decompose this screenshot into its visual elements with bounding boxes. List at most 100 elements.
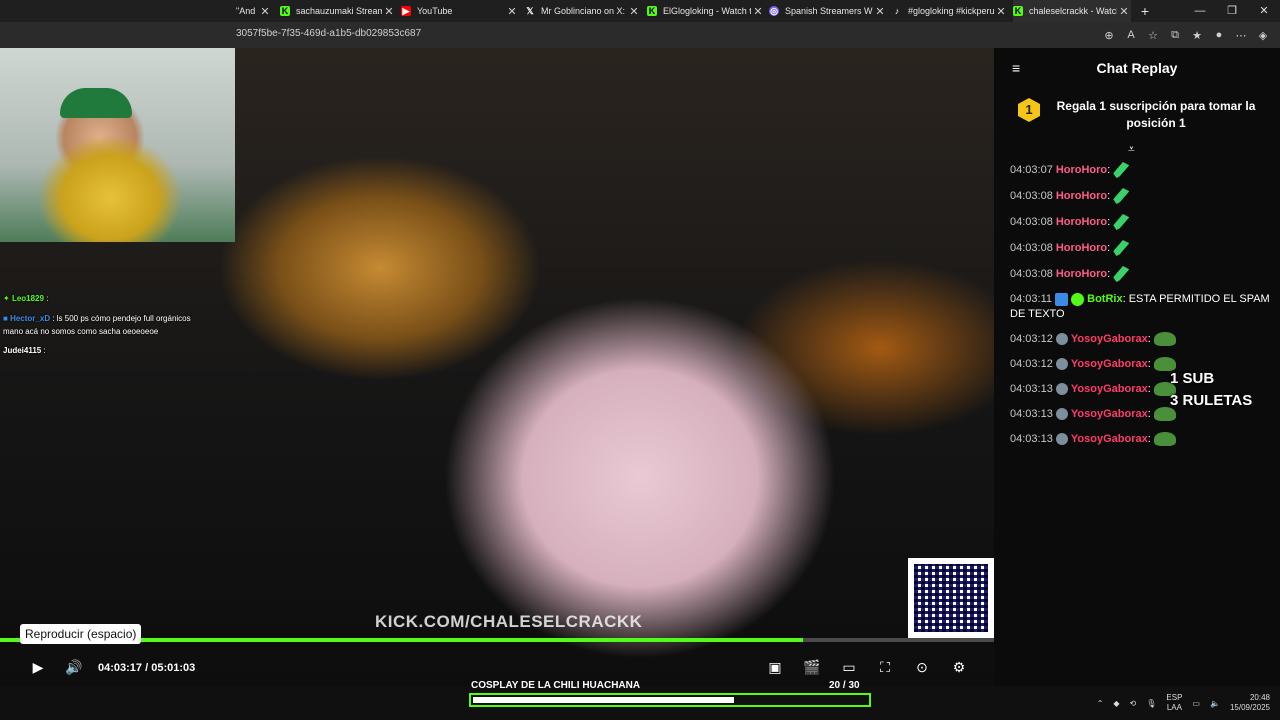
- chat-username[interactable]: HoroHoro: [1056, 164, 1107, 176]
- language-bottom: LAA: [1166, 703, 1182, 712]
- leaf-emote-icon: [1113, 240, 1130, 256]
- address-bar[interactable]: 3057f5be-7f35-469d-a1b5-db029853c687 ⊕ A…: [0, 22, 1280, 48]
- chevron-up-icon[interactable]: ⌃: [1097, 699, 1104, 708]
- sub-ruletas-overlay: 1 SUB 3 RULETAS: [1170, 368, 1252, 412]
- chat-username[interactable]: HoroHoro: [1056, 216, 1107, 228]
- overlay-chat-text: :: [43, 346, 46, 355]
- tab-mr-goblinciano[interactable]: 𝕏 Mr Goblinciano on X: " ✕: [525, 0, 641, 22]
- clock-time: 20:48: [1249, 693, 1270, 702]
- current-time: 04:03:17: [98, 662, 143, 674]
- extensions-icon[interactable]: ⧉: [1166, 25, 1184, 45]
- more-menu-icon[interactable]: ⋯: [1232, 25, 1250, 45]
- frog-emote-icon: [1153, 332, 1176, 347]
- tab-tiktok[interactable]: ♪ #glogloking #kickperu ✕: [892, 0, 1008, 22]
- profile-avatar-icon[interactable]: ●: [1210, 25, 1228, 45]
- tab-youtube[interactable]: ▶ YouTube ✕: [401, 0, 519, 22]
- favorites-icon[interactable]: ★: [1188, 25, 1206, 45]
- kick-icon: K: [280, 6, 290, 16]
- tab-close-icon[interactable]: ✕: [258, 5, 272, 18]
- theater-mode-icon[interactable]: ▭: [838, 656, 860, 678]
- user-badge-icon: [1055, 408, 1068, 421]
- tab-elglogloking[interactable]: K ElGlogloking - Watch t ✕: [647, 0, 765, 22]
- goal-progress-fill: [473, 697, 735, 703]
- copilot-icon[interactable]: ◈: [1254, 25, 1272, 45]
- seek-bar[interactable]: [0, 638, 994, 642]
- chat-message: 04:03:08 HoroHoro:: [1010, 188, 1270, 204]
- overlay-chat-line: mano acá no somos como sacha oeoeoeoe: [3, 327, 158, 336]
- chat-username[interactable]: YosoyGaborax: [1071, 333, 1148, 345]
- chat-username[interactable]: YosoyGaborax: [1071, 358, 1148, 370]
- clip-icon[interactable]: 🎬: [801, 656, 823, 678]
- time-display: 04:03:17 / 05:01:03: [98, 662, 195, 674]
- tab-sachauzumaki[interactable]: K sachauzumaki Stream ✕: [280, 0, 396, 22]
- tab-close-icon[interactable]: ✕: [994, 5, 1008, 18]
- play-tooltip: Reproducir (espacio): [20, 624, 142, 644]
- tab-close-icon[interactable]: ✕: [382, 5, 396, 18]
- tab-close-icon[interactable]: ✕: [505, 5, 519, 18]
- chat-message: 04:03:12 YosoyGaborax:: [1010, 332, 1270, 347]
- favorite-star-icon[interactable]: ☆: [1144, 25, 1162, 45]
- tab-label: Mr Goblinciano on X: ": [541, 6, 627, 16]
- clock[interactable]: 20:48 15/09/2025: [1230, 693, 1270, 713]
- tab-chaleselcrackk[interactable]: K chaleselcrackk - Watch ✕: [1013, 0, 1131, 22]
- leaf-emote-icon: [1113, 214, 1130, 230]
- leaf-emote-icon: [1113, 266, 1130, 282]
- chat-timestamp: 04:03:11: [1010, 293, 1053, 305]
- chat-username[interactable]: HoroHoro: [1056, 242, 1107, 254]
- tab-close-icon[interactable]: ✕: [751, 5, 765, 18]
- globe-icon: ◎: [769, 6, 779, 16]
- chat-timestamp: 04:03:08: [1010, 267, 1053, 280]
- chat-username[interactable]: HoroHoro: [1056, 268, 1107, 280]
- chat-username[interactable]: YosoyGaborax: [1071, 383, 1148, 395]
- zoom-icon[interactable]: ⊕: [1100, 25, 1118, 45]
- language-top: ESP: [1166, 693, 1183, 702]
- playback-speed-icon[interactable]: ⊙: [911, 656, 933, 678]
- play-button[interactable]: ▶: [27, 656, 49, 678]
- tab-and[interactable]: "And ✕: [236, 0, 272, 22]
- url-text[interactable]: 3057f5be-7f35-469d-a1b5-db029853c687: [236, 28, 421, 39]
- microphone-icon[interactable]: 🎙: [1146, 699, 1156, 708]
- user-badge-icon: [1055, 358, 1068, 371]
- tab-label: Spanish Streamers With: [785, 6, 873, 16]
- time-separator: /: [145, 662, 149, 674]
- expand-pinned-icon[interactable]: ⩡: [1128, 142, 1135, 157]
- tab-close-icon[interactable]: ✕: [873, 5, 887, 18]
- browser-tab-bar: "And ✕ K sachauzumaki Stream ✕ ▶ YouTube…: [0, 0, 1280, 22]
- chat-message: 04:03:08 HoroHoro:: [1010, 266, 1270, 282]
- overlay-chat-text: :: [46, 294, 49, 303]
- chat-username[interactable]: YosoyGaborax: [1071, 408, 1148, 420]
- video-player[interactable]: ✦ Leo1829 : ■ Hector_xD : ls 500 ps cómo…: [0, 48, 994, 686]
- chat-timestamp: 04:03:08: [1010, 241, 1053, 254]
- miniplayer-icon[interactable]: ▣: [764, 656, 786, 678]
- language-indicator[interactable]: ESP LAA: [1166, 693, 1182, 713]
- tab-label: sachauzumaki Stream: [296, 6, 382, 16]
- badge-icon: ■: [3, 314, 8, 323]
- restore-icon[interactable]: ❐: [1216, 0, 1248, 22]
- toolbar-icons: ⊕ A ☆ ⧉ ★ ● ⋯ ◈: [1100, 25, 1272, 45]
- chat-username[interactable]: YosoyGaborax: [1071, 433, 1148, 445]
- speaker-icon[interactable]: 🔈: [1210, 699, 1220, 708]
- read-aloud-icon[interactable]: A: [1122, 25, 1140, 45]
- minimize-icon[interactable]: —: [1184, 0, 1216, 22]
- volume-icon[interactable]: 🔊: [63, 656, 85, 678]
- webcam-person: [60, 88, 132, 118]
- tab-close-icon[interactable]: ✕: [1117, 5, 1131, 18]
- tab-spanish-streamers[interactable]: ◎ Spanish Streamers With ✕: [769, 0, 887, 22]
- youtube-icon: ▶: [401, 6, 411, 16]
- network-icon[interactable]: ⟲: [1130, 699, 1137, 708]
- new-tab-button[interactable]: +: [1137, 0, 1153, 22]
- app-tray-icon[interactable]: ◆: [1113, 699, 1119, 708]
- overlay-chat-line: ■ Hector_xD : ls 500 ps cómo pendejo ful…: [3, 314, 191, 323]
- chat-username[interactable]: BotRix: [1087, 293, 1122, 305]
- fullscreen-icon[interactable]: ⛶: [874, 656, 896, 678]
- x-icon: 𝕏: [526, 6, 534, 16]
- display-icon[interactable]: ▭: [1192, 699, 1200, 708]
- tab-close-icon[interactable]: ✕: [627, 5, 641, 18]
- chat-username[interactable]: HoroHoro: [1056, 190, 1107, 202]
- settings-gear-icon[interactable]: ⚙: [948, 656, 970, 678]
- chat-message: 04:03:13 YosoyGaborax:: [1010, 432, 1270, 447]
- overlay-chat-text: mano acá no somos como sacha oeoeoeoe: [3, 327, 159, 336]
- close-window-icon[interactable]: ✕: [1248, 0, 1280, 22]
- qr-code: [908, 558, 994, 638]
- kick-icon: K: [647, 6, 657, 16]
